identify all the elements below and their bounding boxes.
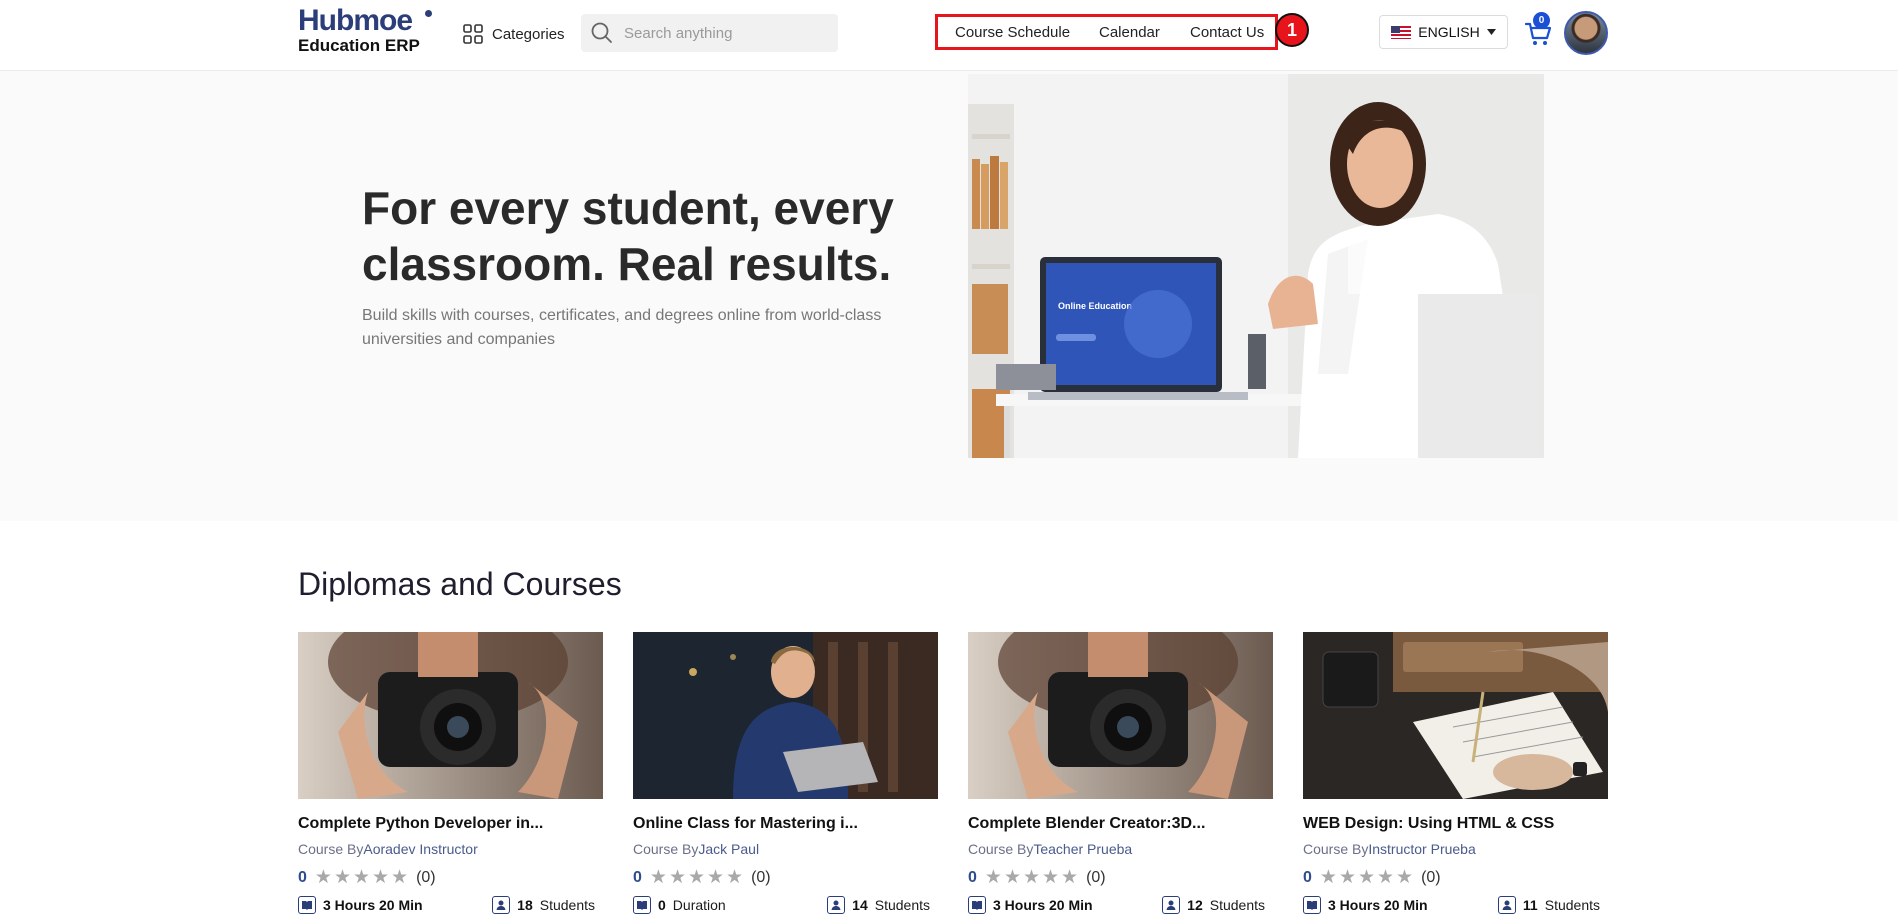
rating-count: (0)	[751, 868, 771, 886]
students-label: Students	[1544, 897, 1600, 913]
book-icon	[1303, 896, 1321, 914]
logo-subtitle[interactable]: Education ERP	[298, 36, 420, 56]
duration-info: 3 Hours 20 Min	[298, 896, 430, 914]
instructor-name[interactable]: Aoradev Instructor	[363, 841, 477, 857]
duration-value: 3 Hours 20 Min	[1328, 897, 1428, 913]
user-avatar[interactable]	[1564, 11, 1608, 55]
students-count: 18	[517, 897, 533, 913]
search-input[interactable]	[622, 23, 826, 43]
book-icon	[968, 896, 986, 914]
students-info: 11 Students	[1497, 896, 1600, 914]
annotation-badge: 1	[1275, 13, 1309, 47]
star-rating-icon: ★★★★★	[314, 867, 411, 888]
student-icon	[492, 896, 511, 914]
rating-count: (0)	[416, 868, 436, 886]
duration-value: 0	[658, 897, 666, 913]
instructor-name[interactable]: Teacher Prueba	[1033, 841, 1132, 857]
course-thumbnail[interactable]	[298, 632, 603, 799]
book-icon	[298, 896, 316, 914]
search-icon	[591, 22, 612, 43]
rating-count: (0)	[1421, 868, 1441, 886]
course-thumbnail[interactable]	[1303, 632, 1608, 799]
course-meta: 3 Hours 20 Min 11 Students	[1303, 896, 1608, 918]
categories-label: Categories	[492, 25, 565, 43]
logo-wordmark[interactable]: Hubmoe	[298, 4, 413, 38]
duration-value: 3 Hours 20 Min	[323, 897, 423, 913]
course-byline: Course ByAoradev Instructor	[298, 841, 478, 857]
duration-label: Duration	[672, 897, 726, 913]
rating-value: 0	[298, 868, 307, 886]
by-prefix: Course By	[633, 841, 699, 857]
rating-value: 0	[633, 868, 642, 886]
star-rating-icon: ★★★★★	[1319, 867, 1416, 888]
rating-value: 0	[968, 868, 977, 886]
students-label: Students	[874, 897, 930, 913]
students-label: Students	[539, 897, 595, 913]
star-rating-icon: ★★★★★	[984, 867, 1081, 888]
course-meta: 0 Duration 14 Students	[633, 896, 938, 918]
caret-down-icon	[1486, 29, 1496, 35]
instructor-name[interactable]: Instructor Prueba	[1368, 841, 1475, 857]
course-thumbnail[interactable]	[633, 632, 938, 799]
by-prefix: Course By	[968, 841, 1034, 857]
rating-count: (0)	[1086, 868, 1106, 886]
student-icon	[1497, 896, 1516, 914]
students-count: 14	[852, 897, 868, 913]
nav-calendar[interactable]: Calendar	[1099, 24, 1160, 41]
rating-value: 0	[1303, 868, 1312, 886]
search-bar	[581, 14, 838, 52]
student-icon	[827, 896, 846, 914]
course-byline: Course ByInstructor Prueba	[1303, 841, 1476, 857]
hero-title: For every student, every classroom. Real…	[362, 182, 894, 290]
nav-contact-us[interactable]: Contact Us	[1190, 24, 1264, 41]
students-info: 18 Students	[492, 896, 595, 914]
course-meta: 3 Hours 20 Min 18 Students	[298, 896, 603, 918]
course-rating: 0 ★★★★★ (0)	[968, 866, 1106, 889]
course-meta: 3 Hours 20 Min 12 Students	[968, 896, 1273, 918]
cart-count-badge: 0	[1533, 12, 1550, 29]
course-rating: 0 ★★★★★ (0)	[1303, 866, 1441, 889]
hero-image: Online Education	[968, 74, 1544, 458]
duration-info: 3 Hours 20 Min	[968, 896, 1100, 914]
course-title[interactable]: Complete Blender Creator:3D...	[968, 815, 1205, 833]
laptop-screen-text: Online Education	[1058, 301, 1132, 311]
students-count: 12	[1187, 897, 1203, 913]
instructor-name[interactable]: Jack Paul	[698, 841, 759, 857]
book-icon	[633, 896, 651, 914]
students-info: 12 Students	[1162, 896, 1265, 914]
nav-course-schedule[interactable]: Course Schedule	[955, 24, 1070, 41]
course-title[interactable]: WEB Design: Using HTML & CSS	[1303, 815, 1554, 833]
course-card[interactable]: WEB Design: Using HTML & CSS Course ByIn…	[1303, 632, 1608, 924]
hero-subtitle: Build skills with courses, certificates,…	[362, 307, 882, 348]
students-label: Students	[1209, 897, 1265, 913]
us-flag-icon	[1391, 25, 1412, 39]
duration-value: 3 Hours 20 Min	[993, 897, 1093, 913]
course-byline: Course ByJack Paul	[633, 841, 759, 857]
course-title[interactable]: Complete Python Developer in...	[298, 815, 543, 833]
student-icon	[1162, 896, 1181, 914]
course-byline: Course ByTeacher Prueba	[968, 841, 1132, 857]
students-info: 14 Students	[827, 896, 930, 914]
duration-info: 3 Hours 20 Min	[1303, 896, 1435, 914]
section-title: Diplomas and Courses	[298, 566, 622, 602]
top-header: Hubmoe Education ERP Categories Course S…	[0, 0, 1898, 71]
course-rating: 0 ★★★★★ (0)	[633, 866, 771, 889]
grid-icon	[463, 24, 483, 44]
by-prefix: Course By	[1303, 841, 1369, 857]
course-rating: 0 ★★★★★ (0)	[298, 866, 436, 889]
language-label: ENGLISH	[1418, 24, 1480, 40]
language-selector[interactable]: ENGLISH	[1379, 15, 1508, 49]
students-count: 11	[1522, 897, 1538, 913]
course-card[interactable]: Complete Blender Creator:3D... Course By…	[968, 632, 1273, 924]
logo-dot	[425, 10, 432, 17]
duration-info: 0 Duration	[633, 896, 726, 914]
by-prefix: Course By	[298, 841, 364, 857]
course-card[interactable]: Complete Python Developer in... Course B…	[298, 632, 603, 924]
course-title[interactable]: Online Class for Mastering i...	[633, 815, 858, 833]
hero-section	[0, 71, 1898, 521]
course-card[interactable]: Online Class for Mastering i... Course B…	[633, 632, 938, 924]
star-rating-icon: ★★★★★	[649, 867, 746, 888]
course-thumbnail[interactable]	[968, 632, 1273, 799]
categories-button[interactable]: Categories	[462, 20, 565, 48]
